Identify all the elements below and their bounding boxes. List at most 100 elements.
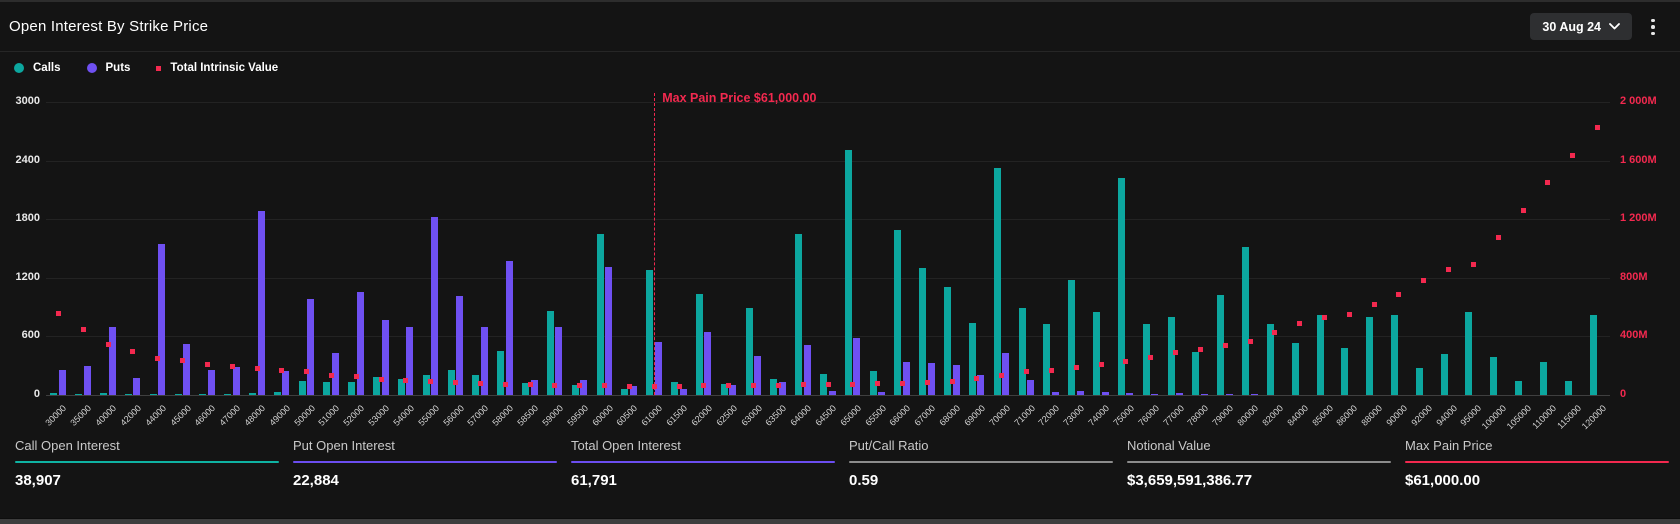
x-axis-tick: 115000 xyxy=(1555,403,1583,431)
chart-plot-area[interactable]: Max Pain Price $61,000.00 xyxy=(46,102,1610,395)
open-interest-panel: Open Interest By Strike Price 30 Aug 24 … xyxy=(0,0,1680,524)
call-bar xyxy=(1540,362,1547,395)
put-bar xyxy=(1126,393,1133,395)
legend-label: Calls xyxy=(33,62,61,74)
call-bar xyxy=(795,234,802,395)
intrinsic-value-dot xyxy=(677,384,682,389)
intrinsic-value-dot xyxy=(205,362,210,367)
intrinsic-value-dot xyxy=(1297,321,1302,326)
stat-max-pain-price: Max Pain Price $61,000.00 xyxy=(1405,438,1669,489)
legend-item-puts[interactable]: Puts xyxy=(87,62,131,74)
put-bar xyxy=(357,292,364,395)
call-bar xyxy=(323,382,330,395)
x-axis-tick: 64500 xyxy=(813,403,838,428)
call-bar xyxy=(994,168,1001,395)
put-bar xyxy=(406,327,413,395)
call-bar xyxy=(1317,315,1324,395)
x-axis-tick: 35000 xyxy=(69,403,94,428)
intrinsic-value-dot xyxy=(900,381,905,386)
put-bar xyxy=(1201,394,1208,395)
left-axis-tick: 3000 xyxy=(0,95,40,107)
intrinsic-value-dot xyxy=(81,327,86,332)
x-axis-tick: 86000 xyxy=(1335,403,1360,428)
intrinsic-value-dot xyxy=(1471,262,1476,267)
bottom-scrollbar[interactable] xyxy=(0,518,1680,524)
x-axis-tick: 88000 xyxy=(1359,403,1384,428)
stat-value: 0.59 xyxy=(849,472,1113,489)
put-bar xyxy=(109,327,116,395)
intrinsic-value-dot xyxy=(1173,350,1178,355)
x-axis-tick: 59000 xyxy=(540,403,565,428)
right-axis-tick: 1 600M xyxy=(1620,154,1680,166)
stat-call-open-interest: Call Open Interest38,907 xyxy=(15,438,279,489)
put-bar xyxy=(680,389,687,395)
intrinsic-value-dot xyxy=(1223,343,1228,348)
stat-value: $61,000.00 xyxy=(1405,472,1669,489)
stat-underline xyxy=(1405,461,1669,463)
stat-value: 61,791 xyxy=(571,472,835,489)
intrinsic-value-dot xyxy=(403,378,408,383)
intrinsic-value-dot xyxy=(776,383,781,388)
intrinsic-value-dot xyxy=(428,379,433,384)
stat-value: 22,884 xyxy=(293,472,557,489)
stat-label: Max Pain Price xyxy=(1405,438,1669,453)
call-bar xyxy=(894,230,901,395)
x-axis-tick: 68000 xyxy=(937,403,962,428)
x-axis-tick: 30000 xyxy=(44,403,69,428)
intrinsic-value-dot xyxy=(826,382,831,387)
x-axis-tick: 55000 xyxy=(416,403,441,428)
intrinsic-value-dot xyxy=(925,380,930,385)
call-bar xyxy=(125,394,132,395)
x-axis-tick: 62500 xyxy=(714,403,739,428)
put-bar xyxy=(382,320,389,395)
left-axis-tick: 1200 xyxy=(0,271,40,283)
gridline xyxy=(46,102,1610,103)
put-bar xyxy=(1151,394,1158,395)
put-bar xyxy=(133,378,140,395)
put-bar xyxy=(506,261,513,395)
call-bar xyxy=(969,323,976,395)
x-axis-tick: 105000 xyxy=(1505,403,1533,431)
call-bar xyxy=(299,381,306,395)
call-bar xyxy=(1391,315,1398,395)
put-bar xyxy=(605,267,612,395)
put-bar xyxy=(307,299,314,395)
x-axis-tick: 57000 xyxy=(466,403,491,428)
intrinsic-value-dot xyxy=(130,349,135,354)
call-bar xyxy=(249,393,256,395)
call-bar xyxy=(1341,348,1348,395)
x-axis-tick: 60000 xyxy=(590,403,615,428)
x-axis-tick: 82000 xyxy=(1260,403,1285,428)
date-selector-button[interactable]: 30 Aug 24 xyxy=(1530,13,1632,40)
put-bar xyxy=(1027,380,1034,395)
call-bar xyxy=(150,394,157,395)
intrinsic-value-dot xyxy=(1074,365,1079,370)
x-axis-tick: 40000 xyxy=(93,403,118,428)
x-axis-tick: 79000 xyxy=(1211,403,1236,428)
call-bar xyxy=(1465,312,1472,395)
intrinsic-value-dot xyxy=(354,374,359,379)
legend-item-total-intrinsic-value[interactable]: Total Intrinsic Value xyxy=(156,62,278,74)
put-bar xyxy=(431,217,438,395)
call-bar xyxy=(1490,357,1497,395)
call-bar xyxy=(646,270,653,396)
x-axis-tick: 47000 xyxy=(217,403,242,428)
left-axis-tick: 2400 xyxy=(0,154,40,166)
right-axis-tick: 1 200M xyxy=(1620,212,1680,224)
legend-label: Total Intrinsic Value xyxy=(170,62,278,74)
put-bar xyxy=(208,370,215,395)
stat-put-open-interest: Put Open Interest22,884 xyxy=(293,438,557,489)
left-axis-tick: 0 xyxy=(0,388,40,400)
intrinsic-value-dot xyxy=(503,382,508,387)
intrinsic-value-dot xyxy=(1198,347,1203,352)
chevron-down-icon xyxy=(1609,23,1620,30)
put-bar xyxy=(1102,392,1109,395)
stat-label: Notional Value xyxy=(1127,438,1391,453)
kebab-menu-icon[interactable] xyxy=(1644,15,1662,39)
put-bar xyxy=(903,362,910,395)
put-bar xyxy=(878,392,885,395)
put-bar xyxy=(853,338,860,395)
stat-label: Call Open Interest xyxy=(15,438,279,453)
call-bar xyxy=(1093,312,1100,396)
legend-item-calls[interactable]: Calls xyxy=(14,62,61,74)
